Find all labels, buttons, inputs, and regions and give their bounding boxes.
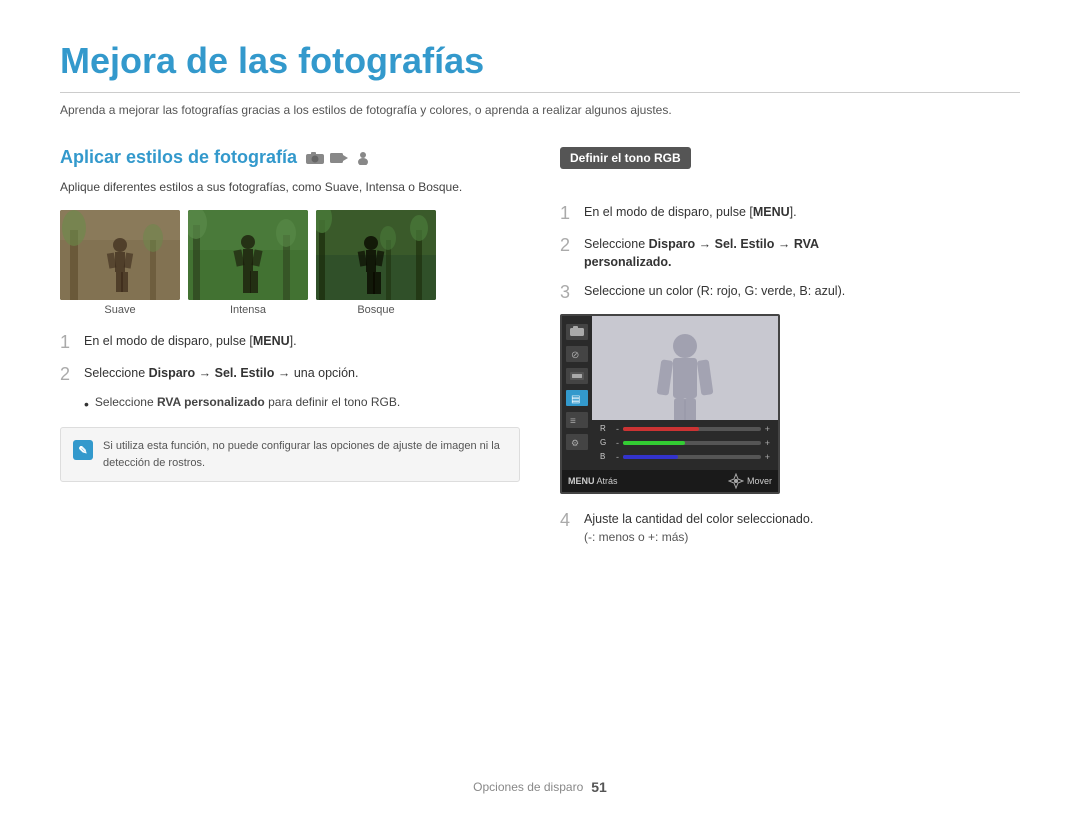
right-steps: 1 En el modo de disparo, pulse [MENU]. 2… — [560, 203, 1020, 304]
slider-plus-g: + — [765, 438, 770, 448]
slider-minus-g: - — [616, 438, 619, 448]
page-title: Mejora de las fotografías — [60, 40, 1020, 93]
slider-label-r: R — [600, 424, 612, 433]
slider-row-b: B - + — [600, 452, 770, 462]
right-step-4-text: Ajuste la cantidad del color seleccionad… — [584, 510, 1020, 548]
slider-label-g: G — [600, 438, 612, 447]
slider-label-b: B — [600, 452, 612, 461]
left-column: Aplicar estilos de fotografía — [60, 147, 520, 557]
slider-track-g — [623, 441, 761, 445]
photo-item-bosque: Bosque — [316, 210, 436, 316]
left-steps: 1 En el modo de disparo, pulse [MENU]. 2… — [60, 332, 520, 413]
photo-label-intensa: Intensa — [230, 304, 266, 316]
footer-page-num: 51 — [591, 779, 607, 795]
left-step-2: 2 Seleccione Disparo → Sel. Estilo → una… — [60, 364, 520, 386]
right-step-2: 2 Seleccione Disparo → Sel. Estilo → RVA… — [560, 235, 1020, 273]
camera-bottom-right: Mover — [728, 473, 772, 489]
right-column: Definir el tono RGB 1 En el modo de disp… — [560, 147, 1020, 557]
person-icon — [353, 151, 373, 165]
right-step-1-num: 1 — [560, 203, 578, 225]
camera-sliders: R - + G - + — [592, 420, 778, 470]
right-step-2-text: Seleccione Disparo → Sel. Estilo → RVA p… — [584, 235, 1020, 273]
photo-bosque — [316, 210, 436, 300]
section-title: Aplicar estilos de fotografía — [60, 147, 520, 168]
note-box: ✎ Si utiliza esta función, no puede conf… — [60, 427, 520, 482]
left-step-1-text: En el modo de disparo, pulse [MENU]. — [84, 332, 520, 354]
bullet-dot: • — [84, 395, 89, 413]
video-icon — [329, 151, 349, 165]
note-text: Si utiliza esta función, no puede config… — [103, 438, 507, 471]
right-step-2-num: 2 — [560, 235, 578, 273]
photo-suave — [60, 210, 180, 300]
cam-icon-2: ⊘ — [566, 346, 588, 362]
right-step-1-text: En el modo de disparo, pulse [MENU]. — [584, 203, 1020, 225]
svg-text:⊘: ⊘ — [571, 350, 579, 360]
section-icons — [305, 151, 373, 165]
slider-fill-b — [623, 455, 678, 459]
nav-cross-icon — [728, 473, 744, 489]
camera-sidebar: ⊘ ▤ ≡ ⚙ — [562, 316, 592, 492]
slider-minus-b: - — [616, 452, 619, 462]
right-step-1: 1 En el modo de disparo, pulse [MENU]. — [560, 203, 1020, 225]
svg-text:⚙: ⚙ — [571, 438, 579, 448]
bullet-text: Seleccione RVA personalizado para defini… — [95, 395, 400, 413]
right-step-4: 4 Ajuste la cantidad del color seleccion… — [560, 510, 1020, 548]
right-step-3-num: 3 — [560, 282, 578, 304]
camera-screen: ⊘ ▤ ≡ ⚙ — [560, 314, 780, 494]
cam-icon-3 — [566, 368, 588, 384]
cam-icon-5: ≡ — [566, 412, 588, 428]
camera-bottom-bar: MENU Atrás Mover — [562, 470, 778, 492]
left-step-1-num: 1 — [60, 332, 78, 354]
photo-item-suave: Suave — [60, 210, 180, 316]
footer-text: Opciones de disparo — [473, 780, 583, 794]
right-step-4-sub: (-: menos o +: más) — [584, 530, 688, 544]
right-step-4-container: 4 Ajuste la cantidad del color seleccion… — [560, 510, 1020, 548]
step2-line2: personalizado. — [584, 255, 672, 269]
camera-bottom-left: MENU Atrás — [568, 476, 618, 486]
page-footer: Opciones de disparo 51 — [0, 779, 1080, 795]
slider-row-g: G - + — [600, 438, 770, 448]
two-column-layout: Aplicar estilos de fotografía — [60, 147, 1020, 557]
slider-plus-b: + — [765, 452, 770, 462]
slider-fill-g — [623, 441, 685, 445]
slider-track-r — [623, 427, 761, 431]
definir-badge: Definir el tono RGB — [560, 147, 691, 169]
cam-icon-1 — [566, 324, 588, 340]
page-container: Mejora de las fotografías Aprenda a mejo… — [0, 0, 1080, 587]
photo-intensa — [188, 210, 308, 300]
photo-item-intensa: Intensa — [188, 210, 308, 316]
left-bullet: • Seleccione RVA personalizado para defi… — [84, 395, 520, 413]
cam-icon-6: ⚙ — [566, 434, 588, 450]
slider-minus-r: - — [616, 424, 619, 434]
slider-fill-r — [623, 427, 699, 431]
camera-bottom-mover: Mover — [747, 476, 772, 486]
section-title-text: Aplicar estilos de fotografía — [60, 147, 297, 168]
svg-text:▤: ▤ — [571, 394, 580, 404]
right-step-3: 3 Seleccione un color (R: rojo, G: verde… — [560, 282, 1020, 304]
photo-label-bosque: Bosque — [357, 304, 394, 316]
left-step-2-text: Seleccione Disparo → Sel. Estilo → una o… — [84, 364, 520, 386]
slider-row-r: R - + — [600, 424, 770, 434]
section-description: Aplique diferentes estilos a sus fotogra… — [60, 178, 520, 196]
slider-plus-r: + — [765, 424, 770, 434]
slider-track-b — [623, 455, 761, 459]
page-subtitle: Aprenda a mejorar las fotografías gracia… — [60, 103, 1020, 117]
right-step-3-text: Seleccione un color (R: rojo, G: verde, … — [584, 282, 1020, 304]
camera-icon — [305, 151, 325, 165]
cam-icon-4-active: ▤ — [566, 390, 588, 406]
left-step-1: 1 En el modo de disparo, pulse [MENU]. — [60, 332, 520, 354]
photo-row: Suave — [60, 210, 520, 316]
right-step-4-num: 4 — [560, 510, 578, 548]
note-icon: ✎ — [73, 440, 93, 460]
photo-label-suave: Suave — [104, 304, 135, 316]
left-step-2-num: 2 — [60, 364, 78, 386]
svg-text:≡: ≡ — [570, 416, 576, 426]
